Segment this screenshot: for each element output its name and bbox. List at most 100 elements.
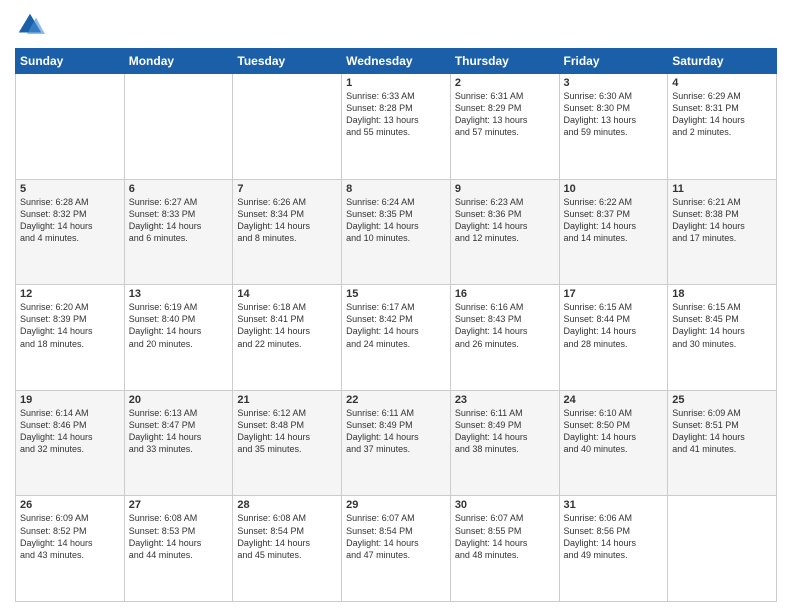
calendar-cell: 22Sunrise: 6:11 AMSunset: 8:49 PMDayligh… — [342, 390, 451, 496]
day-number: 8 — [346, 183, 446, 195]
logo — [15, 10, 49, 40]
cell-content: Sunrise: 6:14 AMSunset: 8:46 PMDaylight:… — [20, 407, 120, 456]
calendar-week-row: 12Sunrise: 6:20 AMSunset: 8:39 PMDayligh… — [16, 285, 777, 391]
cell-content: Sunrise: 6:27 AMSunset: 8:33 PMDaylight:… — [129, 196, 229, 245]
day-number: 30 — [455, 499, 555, 511]
day-of-week-header: Tuesday — [233, 49, 342, 74]
cell-content: Sunrise: 6:26 AMSunset: 8:34 PMDaylight:… — [237, 196, 337, 245]
calendar-header-row: SundayMondayTuesdayWednesdayThursdayFrid… — [16, 49, 777, 74]
calendar-cell: 3Sunrise: 6:30 AMSunset: 8:30 PMDaylight… — [559, 74, 668, 180]
day-number: 10 — [564, 183, 664, 195]
calendar-cell: 26Sunrise: 6:09 AMSunset: 8:52 PMDayligh… — [16, 496, 125, 602]
cell-content: Sunrise: 6:21 AMSunset: 8:38 PMDaylight:… — [672, 196, 772, 245]
calendar-cell: 17Sunrise: 6:15 AMSunset: 8:44 PMDayligh… — [559, 285, 668, 391]
day-number: 19 — [20, 394, 120, 406]
cell-content: Sunrise: 6:07 AMSunset: 8:55 PMDaylight:… — [455, 512, 555, 561]
cell-content: Sunrise: 6:15 AMSunset: 8:44 PMDaylight:… — [564, 301, 664, 350]
day-number: 6 — [129, 183, 229, 195]
day-number: 15 — [346, 288, 446, 300]
cell-content: Sunrise: 6:22 AMSunset: 8:37 PMDaylight:… — [564, 196, 664, 245]
cell-content: Sunrise: 6:09 AMSunset: 8:51 PMDaylight:… — [672, 407, 772, 456]
day-number: 28 — [237, 499, 337, 511]
cell-content: Sunrise: 6:18 AMSunset: 8:41 PMDaylight:… — [237, 301, 337, 350]
calendar-table: SundayMondayTuesdayWednesdayThursdayFrid… — [15, 48, 777, 602]
header — [15, 10, 777, 40]
calendar-cell: 8Sunrise: 6:24 AMSunset: 8:35 PMDaylight… — [342, 179, 451, 285]
cell-content: Sunrise: 6:15 AMSunset: 8:45 PMDaylight:… — [672, 301, 772, 350]
day-number: 4 — [672, 77, 772, 89]
calendar-cell — [233, 74, 342, 180]
calendar-cell: 27Sunrise: 6:08 AMSunset: 8:53 PMDayligh… — [124, 496, 233, 602]
day-number: 25 — [672, 394, 772, 406]
calendar-cell: 14Sunrise: 6:18 AMSunset: 8:41 PMDayligh… — [233, 285, 342, 391]
calendar-cell: 18Sunrise: 6:15 AMSunset: 8:45 PMDayligh… — [668, 285, 777, 391]
calendar-week-row: 26Sunrise: 6:09 AMSunset: 8:52 PMDayligh… — [16, 496, 777, 602]
calendar-cell — [124, 74, 233, 180]
calendar-week-row: 5Sunrise: 6:28 AMSunset: 8:32 PMDaylight… — [16, 179, 777, 285]
day-number: 5 — [20, 183, 120, 195]
calendar-cell: 21Sunrise: 6:12 AMSunset: 8:48 PMDayligh… — [233, 390, 342, 496]
day-number: 12 — [20, 288, 120, 300]
cell-content: Sunrise: 6:13 AMSunset: 8:47 PMDaylight:… — [129, 407, 229, 456]
day-of-week-header: Monday — [124, 49, 233, 74]
calendar-cell: 24Sunrise: 6:10 AMSunset: 8:50 PMDayligh… — [559, 390, 668, 496]
day-number: 21 — [237, 394, 337, 406]
day-number: 24 — [564, 394, 664, 406]
calendar-cell: 29Sunrise: 6:07 AMSunset: 8:54 PMDayligh… — [342, 496, 451, 602]
day-number: 23 — [455, 394, 555, 406]
cell-content: Sunrise: 6:11 AMSunset: 8:49 PMDaylight:… — [455, 407, 555, 456]
calendar-cell: 13Sunrise: 6:19 AMSunset: 8:40 PMDayligh… — [124, 285, 233, 391]
cell-content: Sunrise: 6:17 AMSunset: 8:42 PMDaylight:… — [346, 301, 446, 350]
day-number: 29 — [346, 499, 446, 511]
cell-content: Sunrise: 6:28 AMSunset: 8:32 PMDaylight:… — [20, 196, 120, 245]
day-of-week-header: Friday — [559, 49, 668, 74]
cell-content: Sunrise: 6:16 AMSunset: 8:43 PMDaylight:… — [455, 301, 555, 350]
calendar-cell: 4Sunrise: 6:29 AMSunset: 8:31 PMDaylight… — [668, 74, 777, 180]
calendar-cell: 31Sunrise: 6:06 AMSunset: 8:56 PMDayligh… — [559, 496, 668, 602]
calendar-cell: 11Sunrise: 6:21 AMSunset: 8:38 PMDayligh… — [668, 179, 777, 285]
cell-content: Sunrise: 6:20 AMSunset: 8:39 PMDaylight:… — [20, 301, 120, 350]
cell-content: Sunrise: 6:24 AMSunset: 8:35 PMDaylight:… — [346, 196, 446, 245]
day-of-week-header: Thursday — [450, 49, 559, 74]
cell-content: Sunrise: 6:09 AMSunset: 8:52 PMDaylight:… — [20, 512, 120, 561]
day-number: 18 — [672, 288, 772, 300]
day-number: 27 — [129, 499, 229, 511]
calendar-cell: 10Sunrise: 6:22 AMSunset: 8:37 PMDayligh… — [559, 179, 668, 285]
cell-content: Sunrise: 6:07 AMSunset: 8:54 PMDaylight:… — [346, 512, 446, 561]
calendar-cell — [16, 74, 125, 180]
cell-content: Sunrise: 6:12 AMSunset: 8:48 PMDaylight:… — [237, 407, 337, 456]
calendar-cell: 1Sunrise: 6:33 AMSunset: 8:28 PMDaylight… — [342, 74, 451, 180]
day-number: 1 — [346, 77, 446, 89]
calendar-cell: 19Sunrise: 6:14 AMSunset: 8:46 PMDayligh… — [16, 390, 125, 496]
cell-content: Sunrise: 6:08 AMSunset: 8:53 PMDaylight:… — [129, 512, 229, 561]
day-number: 13 — [129, 288, 229, 300]
day-of-week-header: Wednesday — [342, 49, 451, 74]
day-number: 17 — [564, 288, 664, 300]
cell-content: Sunrise: 6:19 AMSunset: 8:40 PMDaylight:… — [129, 301, 229, 350]
calendar-week-row: 1Sunrise: 6:33 AMSunset: 8:28 PMDaylight… — [16, 74, 777, 180]
calendar-cell: 28Sunrise: 6:08 AMSunset: 8:54 PMDayligh… — [233, 496, 342, 602]
calendar-cell: 6Sunrise: 6:27 AMSunset: 8:33 PMDaylight… — [124, 179, 233, 285]
calendar-cell: 16Sunrise: 6:16 AMSunset: 8:43 PMDayligh… — [450, 285, 559, 391]
calendar-cell: 25Sunrise: 6:09 AMSunset: 8:51 PMDayligh… — [668, 390, 777, 496]
day-number: 3 — [564, 77, 664, 89]
cell-content: Sunrise: 6:33 AMSunset: 8:28 PMDaylight:… — [346, 90, 446, 139]
day-number: 16 — [455, 288, 555, 300]
calendar-cell: 20Sunrise: 6:13 AMSunset: 8:47 PMDayligh… — [124, 390, 233, 496]
calendar-cell: 23Sunrise: 6:11 AMSunset: 8:49 PMDayligh… — [450, 390, 559, 496]
calendar-cell — [668, 496, 777, 602]
calendar-cell: 9Sunrise: 6:23 AMSunset: 8:36 PMDaylight… — [450, 179, 559, 285]
day-number: 31 — [564, 499, 664, 511]
calendar-week-row: 19Sunrise: 6:14 AMSunset: 8:46 PMDayligh… — [16, 390, 777, 496]
day-number: 7 — [237, 183, 337, 195]
day-of-week-header: Saturday — [668, 49, 777, 74]
day-number: 22 — [346, 394, 446, 406]
calendar-cell: 30Sunrise: 6:07 AMSunset: 8:55 PMDayligh… — [450, 496, 559, 602]
cell-content: Sunrise: 6:23 AMSunset: 8:36 PMDaylight:… — [455, 196, 555, 245]
day-number: 26 — [20, 499, 120, 511]
generalblue-icon — [15, 10, 45, 40]
calendar-cell: 2Sunrise: 6:31 AMSunset: 8:29 PMDaylight… — [450, 74, 559, 180]
cell-content: Sunrise: 6:29 AMSunset: 8:31 PMDaylight:… — [672, 90, 772, 139]
cell-content: Sunrise: 6:08 AMSunset: 8:54 PMDaylight:… — [237, 512, 337, 561]
cell-content: Sunrise: 6:10 AMSunset: 8:50 PMDaylight:… — [564, 407, 664, 456]
